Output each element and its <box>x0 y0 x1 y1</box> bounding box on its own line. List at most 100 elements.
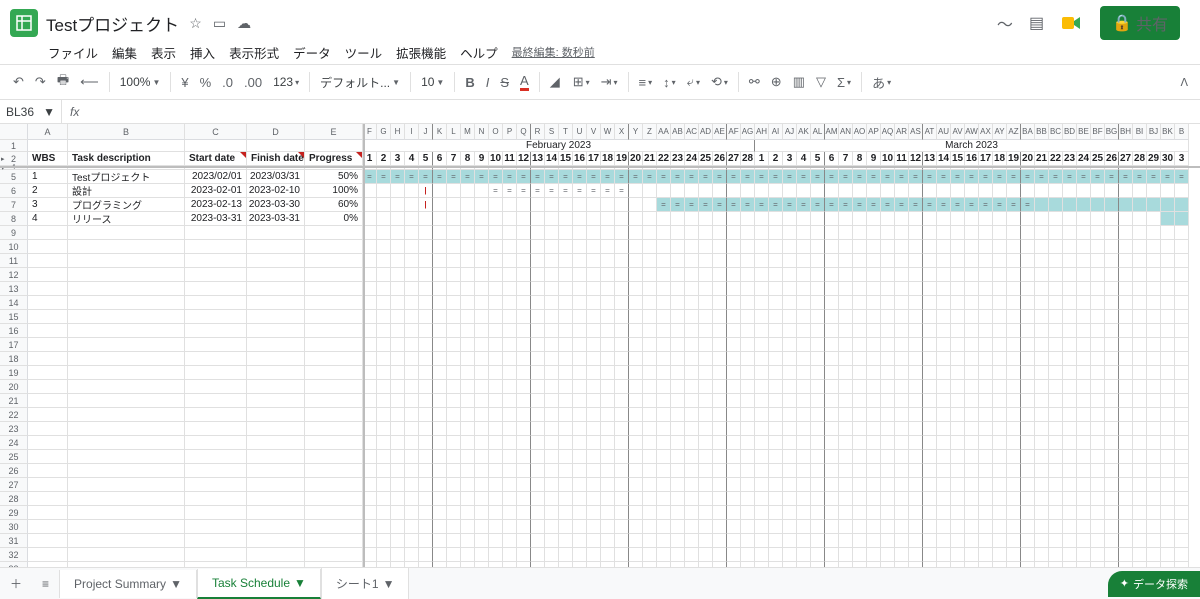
gantt-cell[interactable] <box>1091 184 1105 198</box>
gantt-cell[interactable] <box>447 212 461 226</box>
gantt-cell[interactable] <box>433 170 447 184</box>
wbs-cell[interactable]: 1 <box>28 170 68 184</box>
gantt-cell[interactable] <box>965 198 979 212</box>
gantt-cell[interactable] <box>601 198 615 212</box>
redo-button[interactable]: ↷ <box>30 70 51 94</box>
gantt-cell[interactable] <box>1049 212 1063 226</box>
gantt-cell[interactable] <box>1077 198 1091 212</box>
gantt-cell[interactable] <box>1063 170 1077 184</box>
progress-cell[interactable]: 100% <box>305 184 363 198</box>
gantt-cell[interactable] <box>825 198 839 212</box>
gantt-cell[interactable] <box>825 212 839 226</box>
gantt-cell[interactable] <box>657 184 671 198</box>
gantt-cell[interactable] <box>657 198 671 212</box>
col-BI[interactable]: BI <box>1133 124 1147 140</box>
gantt-cell[interactable] <box>1133 170 1147 184</box>
gantt-cell[interactable] <box>447 170 461 184</box>
font-select[interactable]: デフォ­ルト...▼ <box>315 70 405 95</box>
gantt-cell[interactable] <box>405 212 419 226</box>
gantt-cell[interactable] <box>601 184 615 198</box>
gantt-cell[interactable] <box>671 198 685 212</box>
gantt-cell[interactable] <box>909 170 923 184</box>
row-31[interactable]: 31 <box>0 534 28 548</box>
gantt-cell[interactable] <box>363 198 377 212</box>
progress-cell[interactable]: 0% <box>305 212 363 226</box>
gantt-cell[interactable] <box>433 212 447 226</box>
gantt-cell[interactable] <box>811 198 825 212</box>
wbs-cell[interactable]: 4 <box>28 212 68 226</box>
gantt-cell[interactable] <box>615 184 629 198</box>
row-23[interactable]: 23 <box>0 422 28 436</box>
menu-help[interactable]: ヘルプ <box>460 43 498 62</box>
history-icon[interactable]: 〜 <box>997 11 1013 35</box>
col-BH[interactable]: BH <box>1119 124 1133 140</box>
gantt-cell[interactable] <box>643 212 657 226</box>
gantt-cell[interactable] <box>1007 198 1021 212</box>
col-AT[interactable]: AT <box>923 124 937 140</box>
gantt-cell[interactable] <box>503 198 517 212</box>
gantt-cell[interactable] <box>1077 170 1091 184</box>
gantt-cell[interactable] <box>573 198 587 212</box>
gantt-cell[interactable] <box>951 184 965 198</box>
col-Z[interactable]: Z <box>643 124 657 140</box>
gantt-cell[interactable] <box>951 198 965 212</box>
row-30[interactable]: 30 <box>0 520 28 534</box>
gantt-cell[interactable] <box>699 198 713 212</box>
row-15[interactable]: 15 <box>0 310 28 324</box>
halign-button[interactable]: ≡▾ <box>634 71 658 94</box>
col-AP[interactable]: AP <box>867 124 881 140</box>
row-16[interactable]: 16 <box>0 324 28 338</box>
row-19[interactable]: 19 <box>0 366 28 380</box>
menu-ext[interactable]: 拡張機能 <box>396 43 446 62</box>
add-sheet-button[interactable]: ＋ <box>0 569 32 598</box>
finish-cell[interactable]: 2023-03-30 <box>247 198 305 212</box>
wbs-cell[interactable]: 2 <box>28 184 68 198</box>
gantt-cell[interactable] <box>447 198 461 212</box>
gantt-cell[interactable] <box>377 212 391 226</box>
gantt-cell[interactable] <box>783 184 797 198</box>
filter-button[interactable]: ▽ <box>811 70 831 94</box>
gantt-cell[interactable] <box>853 198 867 212</box>
finish-cell[interactable]: 2023-02-10 <box>247 184 305 198</box>
row-27[interactable]: 27 <box>0 478 28 492</box>
col-V[interactable]: V <box>587 124 601 140</box>
gantt-cell[interactable] <box>993 198 1007 212</box>
col-AC[interactable]: AC <box>685 124 699 140</box>
gantt-cell[interactable] <box>433 198 447 212</box>
gantt-cell[interactable] <box>587 212 601 226</box>
gantt-cell[interactable] <box>391 212 405 226</box>
row-5[interactable]: 5 <box>0 170 28 184</box>
gantt-cell[interactable] <box>1175 198 1189 212</box>
menu-view[interactable]: 表示 <box>151 43 176 62</box>
gantt-cell[interactable] <box>699 212 713 226</box>
col-AV[interactable]: AV <box>951 124 965 140</box>
gantt-cell[interactable] <box>1021 170 1035 184</box>
gantt-cell[interactable] <box>1077 212 1091 226</box>
gantt-cell[interactable] <box>475 184 489 198</box>
tab-task-schedule[interactable]: Task Schedule▼ <box>197 569 321 599</box>
gantt-cell[interactable] <box>601 212 615 226</box>
gantt-cell[interactable] <box>1063 184 1077 198</box>
col-M[interactable]: M <box>461 124 475 140</box>
gantt-cell[interactable] <box>1105 198 1119 212</box>
gantt-cell[interactable] <box>1133 198 1147 212</box>
col-AG[interactable]: AG <box>741 124 755 140</box>
row-14[interactable]: 14 <box>0 296 28 310</box>
gantt-cell[interactable] <box>1161 212 1175 226</box>
start-cell[interactable]: 2023-03-31 <box>185 212 247 226</box>
app-logo[interactable] <box>10 9 38 37</box>
gantt-cell[interactable] <box>643 184 657 198</box>
col-AW[interactable]: AW <box>965 124 979 140</box>
col-BK[interactable]: BK <box>1161 124 1175 140</box>
col-W[interactable]: W <box>601 124 615 140</box>
last-edit[interactable]: 最終編集: 数秒前 <box>512 44 595 60</box>
gantt-cell[interactable] <box>699 184 713 198</box>
row-17[interactable]: 17 <box>0 338 28 352</box>
gantt-cell[interactable] <box>461 212 475 226</box>
gantt-cell[interactable] <box>587 184 601 198</box>
gantt-cell[interactable] <box>461 198 475 212</box>
gantt-cell[interactable] <box>965 212 979 226</box>
gantt-cell[interactable] <box>741 184 755 198</box>
col-AI[interactable]: AI <box>769 124 783 140</box>
col-S[interactable]: S <box>545 124 559 140</box>
